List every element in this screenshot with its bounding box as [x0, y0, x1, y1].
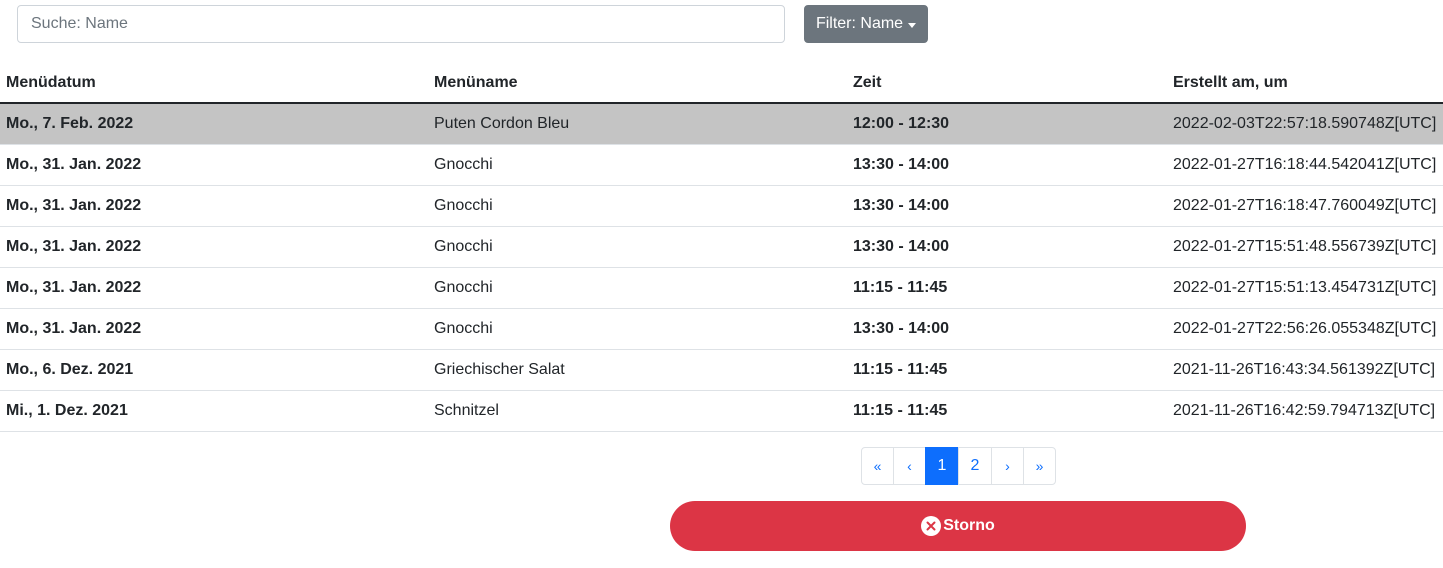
- cell-time: 13:30 - 14:00: [847, 226, 1167, 268]
- cell-created: 2022-01-27T22:56:26.055348Z[UTC]: [1167, 308, 1443, 350]
- filter-dropdown-button[interactable]: Filter: Name: [804, 5, 928, 43]
- cell-date: Mi., 1. Dez. 2021: [0, 390, 428, 432]
- column-header-name[interactable]: Menüname: [428, 63, 847, 104]
- cell-time: 11:15 - 11:45: [847, 267, 1167, 309]
- cell-name: Puten Cordon Bleu: [428, 103, 847, 145]
- pagination-first[interactable]: «: [861, 447, 894, 485]
- pagination-last[interactable]: »: [1023, 447, 1056, 485]
- cell-date: Mo., 7. Feb. 2022: [0, 103, 428, 145]
- cell-date: Mo., 31. Jan. 2022: [0, 185, 428, 227]
- cell-time: 11:15 - 11:45: [847, 390, 1167, 432]
- filter-button-label: Filter: Name: [815, 15, 904, 32]
- cell-created: 2021-11-26T16:43:34.561392Z[UTC]: [1167, 349, 1443, 391]
- cell-name: Gnocchi: [428, 144, 847, 186]
- cell-created: 2021-11-26T16:42:59.794713Z[UTC]: [1167, 390, 1443, 432]
- cell-time: 13:30 - 14:00: [847, 308, 1167, 350]
- table-row[interactable]: Mo., 7. Feb. 2022 Puten Cordon Bleu 12:00 …: [0, 103, 1443, 145]
- cell-created: 2022-01-27T16:18:44.542041Z[UTC]: [1167, 144, 1443, 186]
- table-row[interactable]: Mo., 6. Dez. 2021 Griechischer Salat 11:15…: [0, 349, 1443, 391]
- table-body: Mo., 7. Feb. 2022 Puten Cordon Bleu 12:00 …: [0, 103, 1443, 432]
- table-row[interactable]: Mo., 31. Jan. 2022 Gnocchi 11:15 - 11:45 20…: [0, 267, 1443, 309]
- cell-time: 13:30 - 14:00: [847, 185, 1167, 227]
- cell-time: 11:15 - 11:45: [847, 349, 1167, 391]
- table-row[interactable]: Mo., 31. Jan. 2022 Gnocchi 13:30 - 14:00 20…: [0, 226, 1443, 268]
- cell-date: Mo., 6. Dez. 2021: [0, 349, 428, 391]
- cell-name: Schnitzel: [428, 390, 847, 432]
- caret-down-icon: [908, 22, 917, 28]
- pagination-next[interactable]: ›: [991, 447, 1024, 485]
- table-header-row: Menüdatum Menüname Zeit Erstellt am, um: [0, 63, 1443, 104]
- pagination-prev[interactable]: ‹: [893, 447, 926, 485]
- storno-button-label: Storno: [943, 517, 995, 534]
- cell-name: Griechischer Salat: [428, 349, 847, 391]
- search-input[interactable]: [17, 5, 785, 43]
- cell-created: 2022-01-27T16:18:47.760049Z[UTC]: [1167, 185, 1443, 227]
- cell-date: Mo., 31. Jan. 2022: [0, 226, 428, 268]
- table-row[interactable]: Mo., 31. Jan. 2022 Gnocchi 13:30 - 14:00 20…: [0, 185, 1443, 227]
- cell-date: Mo., 31. Jan. 2022: [0, 308, 428, 350]
- pagination-page-2[interactable]: 2: [958, 447, 992, 485]
- storno-button[interactable]: Storno: [670, 501, 1246, 551]
- cell-name: Gnocchi: [428, 185, 847, 227]
- cell-time: 13:30 - 14:00: [847, 144, 1167, 186]
- column-header-date[interactable]: Menüdatum: [0, 63, 428, 104]
- cell-name: Gnocchi: [428, 308, 847, 350]
- pagination: « ‹ 1 2 › »: [861, 447, 1056, 485]
- cell-time: 12:00 - 12:30: [847, 103, 1167, 145]
- table-row[interactable]: Mo., 31. Jan. 2022 Gnocchi 13:30 - 14:00 20…: [0, 308, 1443, 350]
- cell-date: Mo., 31. Jan. 2022: [0, 144, 428, 186]
- table-row[interactable]: Mo., 31. Jan. 2022 Gnocchi 13:30 - 14:00 20…: [0, 144, 1443, 186]
- column-header-time[interactable]: Zeit: [847, 63, 1167, 104]
- pagination-page-1[interactable]: 1: [925, 447, 959, 485]
- cell-created: 2022-01-27T15:51:13.454731Z[UTC]: [1167, 267, 1443, 309]
- cell-created: 2022-02-03T22:57:18.590748Z[UTC]: [1167, 103, 1443, 145]
- x-circle-icon: [921, 516, 942, 536]
- column-header-created[interactable]: Erstellt am, um: [1167, 63, 1443, 104]
- cell-name: Gnocchi: [428, 267, 847, 309]
- cell-date: Mo., 31. Jan. 2022: [0, 267, 428, 309]
- cell-name: Gnocchi: [428, 226, 847, 268]
- table-row[interactable]: Mi., 1. Dez. 2021 Schnitzel 11:15 - 11:45 2…: [0, 390, 1443, 432]
- cell-created: 2022-01-27T15:51:48.556739Z[UTC]: [1167, 226, 1443, 268]
- menu-table: Menüdatum Menüname Zeit Erstellt am, um …: [0, 63, 1443, 432]
